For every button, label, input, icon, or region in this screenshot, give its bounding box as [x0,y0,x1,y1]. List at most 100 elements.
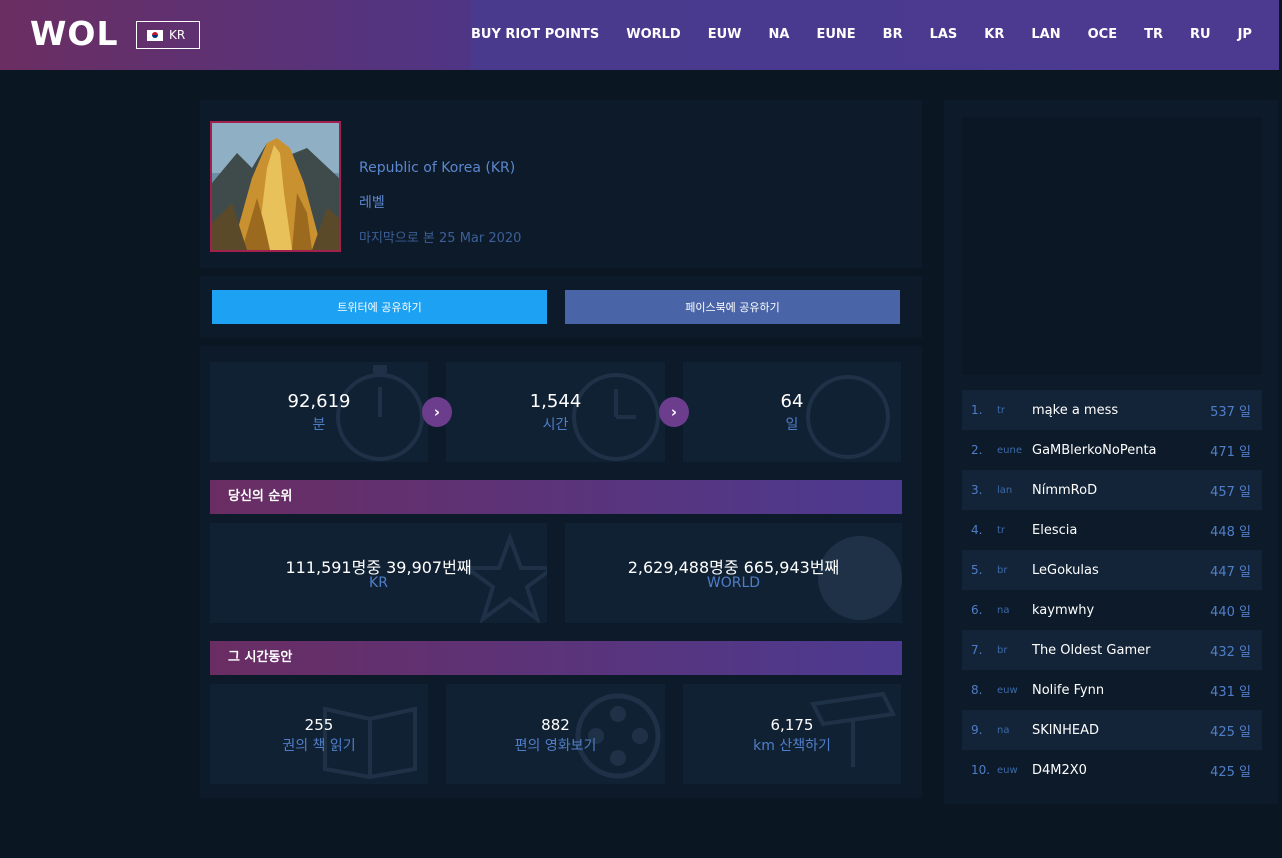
leaderboard-rank: 8. [971,683,983,697]
korea-flag-icon [147,29,163,41]
leaderboard-rank: 10. [971,763,991,777]
nav-kr[interactable]: KR [984,27,1004,42]
leaderboard-name: GaMBlerkoNoPenta [1032,442,1157,458]
meanwhile-section-title: 그 시간동안 [210,641,902,675]
movies-value: 882 [541,716,570,734]
leaderboard-days: 425 일 [1210,724,1251,740]
leaderboard-days: 537 일 [1210,404,1251,420]
leaderboard-rank: 3. [971,483,983,497]
leaderboard-row[interactable]: 3. lan NímmRoD 457 일 [962,470,1262,510]
leaderboard-row[interactable]: 7. br The Oldest Gamer 432 일 [962,630,1262,670]
leaderboard-rank: 2. [971,443,983,457]
leaderboard-days: 431 일 [1210,684,1251,700]
nav-lan[interactable]: LAN [1031,27,1060,42]
leaderboard-row[interactable]: 6. na kaymwhy 440 일 [962,590,1262,630]
days-value: 64 [780,391,804,412]
leaderboard-region: tr [997,404,1006,416]
region-rank-label: KR [369,575,388,591]
nav-br[interactable]: BR [883,27,903,42]
leaderboard-region: br [997,644,1008,656]
leaderboard-row[interactable]: 5. br LeGokulas 447 일 [962,550,1262,590]
hours-label: 시간 [542,417,569,433]
books-stat: 255 권의 책 읽기 [210,684,428,784]
leaderboard-region: euw [997,684,1018,696]
books-value: 255 [304,716,334,734]
walk-label: km 산책하기 [753,738,831,754]
leaderboard-days: 457 일 [1210,484,1251,500]
leaderboard-days: 448 일 [1210,524,1251,540]
profile-last-seen: 마지막으로 본 25 Mar 2020 [359,231,522,246]
leaderboard-name: The Oldest Gamer [1032,642,1151,658]
leaderboard-name: NímmRoD [1032,482,1098,498]
leaderboard-region: br [997,564,1008,576]
region-selector[interactable]: KR [136,21,200,49]
leaderboard-name: LeGokulas [1032,562,1099,578]
leaderboard-name: mąke a mess [1032,402,1119,418]
mountain-icon [212,123,339,250]
movies-label: 편의 영화보기 [514,738,597,754]
leaderboard-rank: 6. [971,603,983,617]
leaderboard-days: 447 일 [1210,564,1251,580]
nav-world[interactable]: WORLD [626,27,680,42]
leaderboard-region: tr [997,524,1006,536]
hours-stat: 1,544 시간 [446,362,665,462]
minutes-value: 92,619 [287,391,351,412]
nav-tr[interactable]: TR [1144,27,1163,42]
movies-stat: 882 편의 영화보기 [446,684,665,784]
chevron-right-icon: › [422,397,452,427]
nav-buy-riot-points[interactable]: BUY RIOT POINTS [471,27,599,42]
leaderboard-region: eune [997,444,1022,456]
nav-ru[interactable]: RU [1190,27,1211,42]
chevron-right-icon: › [659,397,689,427]
leaderboard-row[interactable]: 2. eune GaMBlerkoNoPenta 471 일 [962,430,1262,470]
days-label: 일 [785,417,799,433]
minutes-stat: 92,619 분 [210,362,428,462]
leaderboard-name: Nolife Fynn [1032,682,1105,698]
rank-section-title: 당신의 순위 [210,480,902,514]
leaderboard-name: Elescia [1032,522,1078,538]
books-label: 권의 책 읽기 [282,738,356,754]
leaderboard-days: 432 일 [1210,644,1251,660]
nav-oce[interactable]: OCE [1088,27,1117,42]
leaderboard-days: 440 일 [1210,604,1251,620]
leaderboard-rank: 4. [971,523,983,537]
leaderboard-row[interactable]: 10. euw D4M2X0 425 일 [962,750,1262,790]
site-logo[interactable]: WOL [30,14,118,53]
minutes-label: 분 [312,417,326,433]
main-nav: BUY RIOT POINTS WORLD EUW NA EUNE BR LAS… [471,27,1252,42]
leaderboard-days: 471 일 [1210,444,1251,460]
leaderboard-days: 425 일 [1210,764,1251,780]
nav-eune[interactable]: EUNE [816,27,855,42]
region-selector-label: KR [169,28,186,42]
leaderboard-rank: 7. [971,643,983,657]
world-rank-label: WORLD [706,575,761,591]
world-rank-stat: 2,629,488명중 665,943번째 WORLD [565,523,902,623]
leaderboard-region: lan [997,484,1013,496]
leaderboard-rank: 5. [971,563,983,577]
leaderboard-name: SKlNHEAD [1032,722,1100,738]
walk-stat: 6,175 km 산책하기 [683,684,901,784]
ad-placeholder [962,117,1262,375]
profile-region: Republic of Korea (KR) [359,160,516,176]
leaderboard-row[interactable]: 4. tr Elescia 448 일 [962,510,1262,550]
nav-euw[interactable]: EUW [708,27,742,42]
nav-jp[interactable]: JP [1238,27,1252,42]
days-stat: 64 일 [683,362,901,462]
nav-na[interactable]: NA [769,27,790,42]
share-twitter-button[interactable]: 트위터에 공유하기 [212,290,547,324]
stopwatch-icon [336,365,424,461]
leaderboard-row[interactable]: 1. tr mąke a mess 537 일 [962,390,1262,430]
leaderboard-region: na [997,724,1010,736]
leaderboard-name: D4M2X0 [1032,762,1087,778]
leaderboard-row[interactable]: 9. na SKlNHEAD 425 일 [962,710,1262,750]
leaderboard-row[interactable]: 8. euw Nolife Fynn 431 일 [962,670,1262,710]
nav-las[interactable]: LAS [930,27,958,42]
hours-value: 1,544 [529,391,582,412]
leaderboard-rank: 9. [971,723,983,737]
leaderboard-region: na [997,604,1010,616]
region-rank-stat: 111,591명중 39,907번째 KR [210,523,547,623]
share-facebook-button[interactable]: 페이스북에 공유하기 [565,290,900,324]
leaderboard-region: euw [997,764,1018,776]
profile-level: 레벨 [359,195,385,211]
leaderboard-rank: 1. [971,403,983,417]
